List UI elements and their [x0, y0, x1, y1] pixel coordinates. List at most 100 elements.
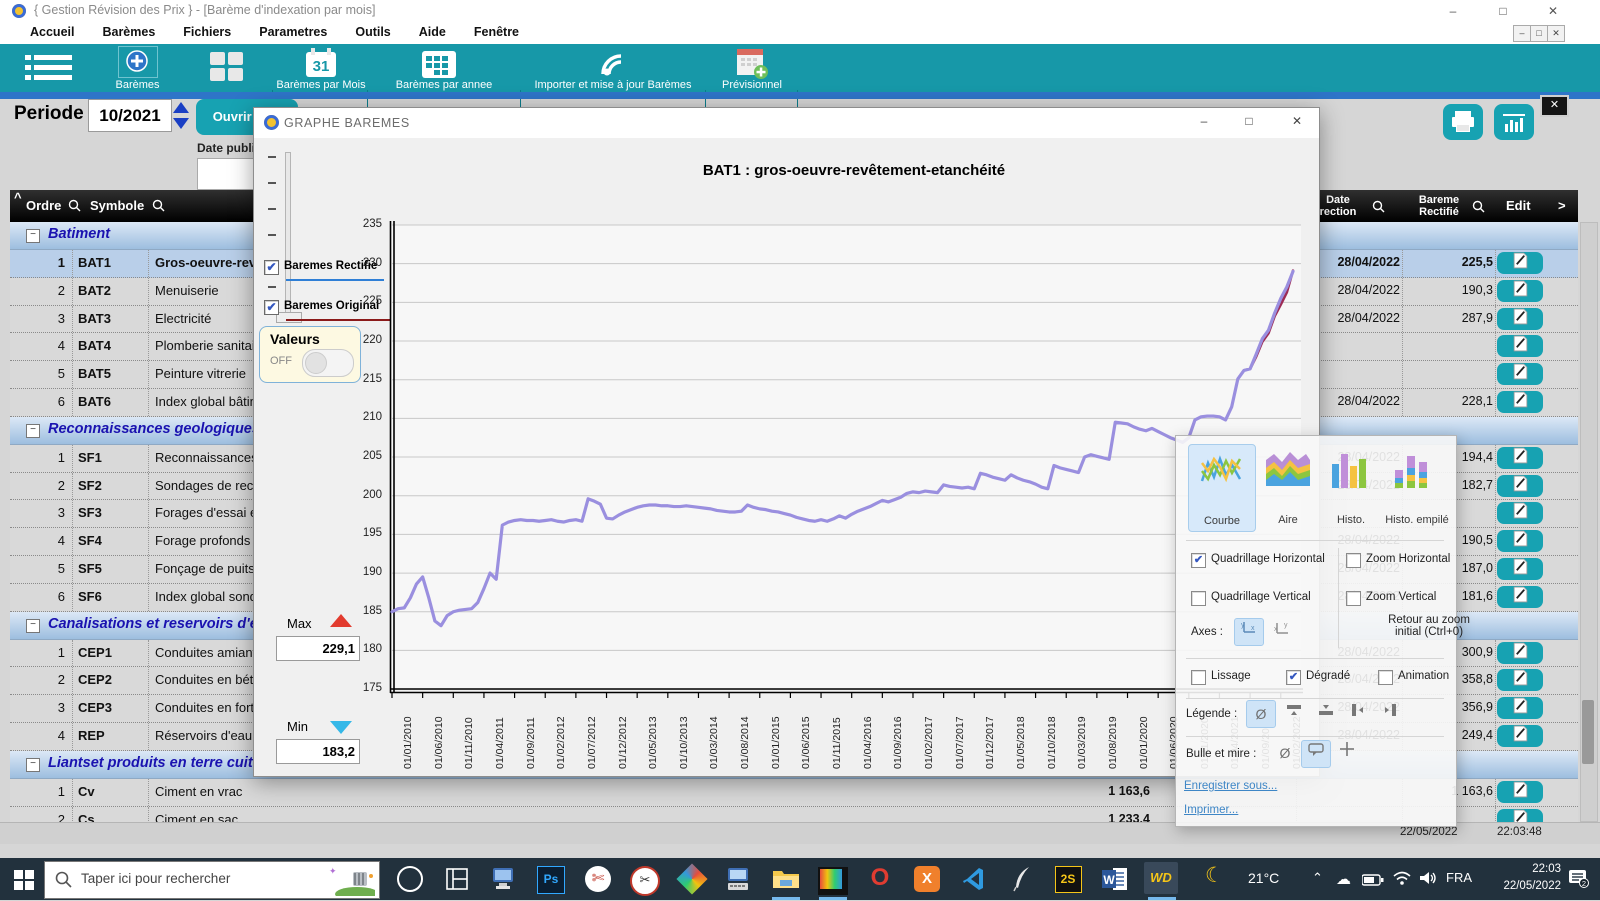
axes-orientation-2-button[interactable]: yx [1268, 618, 1296, 644]
chart-type-courbe[interactable]: Courbe [1188, 444, 1256, 532]
maximize-button[interactable]: □ [1488, 2, 1518, 20]
windev-icon[interactable]: WD [1144, 862, 1180, 896]
chart-type-histo-empile[interactable]: Histo. empilé [1382, 444, 1452, 530]
menu-item-parametres[interactable]: Parametres [245, 22, 341, 39]
edit-button[interactable] [1497, 363, 1543, 385]
weather-temperature[interactable]: 21°C [1248, 870, 1279, 886]
taskbar-clock[interactable]: 22:0322/05/2022 [1487, 861, 1561, 895]
battery-icon[interactable] [1362, 873, 1384, 891]
quill-icon[interactable] [1003, 862, 1039, 896]
vscode-icon[interactable] [956, 862, 992, 896]
column-header-bareme-rectifie[interactable]: BaremeRectifié [1408, 194, 1470, 218]
wifi-icon[interactable] [1392, 870, 1412, 891]
edit-button[interactable] [1497, 781, 1543, 803]
zoom-vertical-checkbox[interactable] [1346, 591, 1361, 606]
edit-button[interactable] [1497, 530, 1543, 552]
axes-orientation-1-button[interactable]: yx [1234, 618, 1264, 646]
edit-button[interactable] [1497, 669, 1543, 691]
menu-item-fentre[interactable]: Fenêtre [460, 22, 533, 39]
save-as-link[interactable]: Enregistrer sous... [1184, 780, 1277, 792]
toolbar-button-baremes[interactable] [118, 46, 158, 78]
edit-button[interactable] [1497, 697, 1543, 719]
column-header-edit[interactable]: Edit [1506, 198, 1531, 213]
scrollbar-thumb[interactable] [1582, 700, 1594, 764]
zoom-slider-track[interactable] [285, 152, 291, 322]
tooltip-crosshair-button[interactable] [1333, 740, 1361, 766]
lissage-checkbox[interactable] [1191, 670, 1206, 685]
tooltip-none-button[interactable]: Ø [1271, 740, 1299, 766]
mdi-restore-button[interactable]: □ [1530, 25, 1548, 42]
collapse-icon[interactable]: − [26, 229, 40, 243]
onedrive-cloud-icon[interactable]: ☁ [1336, 870, 1351, 888]
edit-button[interactable] [1497, 475, 1543, 497]
popup-close-button[interactable]: ✕ [1540, 95, 1569, 117]
column-header-symbole[interactable]: Symbole [90, 198, 144, 213]
column-header-ordre[interactable]: Ordre [26, 198, 61, 213]
toolbar-button-baremes-label[interactable]: Barèmes [110, 79, 165, 91]
edit-button[interactable] [1497, 308, 1543, 330]
menu-item-outils[interactable]: Outils [341, 22, 404, 39]
taskbar-search[interactable]: Taper ici pour rechercher ✦ [44, 861, 380, 899]
remote-desktop-icon[interactable] [486, 862, 522, 896]
search-icon[interactable] [68, 199, 81, 217]
edit-button[interactable] [1497, 391, 1543, 413]
toolbar-button-mois-label[interactable]: Barèmes par Mois [275, 79, 367, 91]
xampp-icon[interactable]: X [909, 862, 945, 896]
close-button[interactable]: ✕ [1538, 2, 1568, 20]
collapse-icon[interactable]: − [26, 758, 40, 772]
start-button[interactable] [14, 870, 34, 895]
expand-all-marker[interactable]: ^ [14, 190, 22, 205]
baremes-rectifie-checkbox[interactable]: ✔ [264, 260, 279, 275]
chart-type-histo[interactable]: Histo. [1322, 444, 1380, 530]
task-view-icon[interactable] [439, 862, 475, 896]
dialog-minimize-button[interactable]: – [1189, 114, 1219, 132]
legend-left-button[interactable] [1344, 700, 1372, 726]
toolbar-button-import-label[interactable]: Importer et mise à jour Barèmes [522, 79, 704, 91]
grid-icon[interactable] [208, 50, 246, 89]
baremes-original-checkbox[interactable]: ✔ [264, 300, 279, 315]
toolbar-button-previsionnel-label[interactable]: Prévisionnel [707, 79, 797, 91]
edit-button[interactable] [1497, 586, 1543, 608]
chart-button[interactable] [1494, 104, 1534, 140]
tray-chevron-icon[interactable]: ⌃ [1312, 870, 1323, 886]
toolbar-button-annee-label[interactable]: Barèmes par annee [370, 79, 518, 91]
edit-button[interactable] [1497, 447, 1543, 469]
opera-icon[interactable]: O [862, 862, 898, 896]
periode-down-button[interactable] [173, 118, 189, 129]
search-icon[interactable] [1372, 200, 1385, 218]
color-diamond-icon[interactable] [674, 862, 710, 896]
weather-moon-icon[interactable]: ☾ [1205, 863, 1224, 888]
photoscape-icon[interactable]: 2S [1050, 862, 1086, 896]
dialog-maximize-button[interactable]: □ [1234, 114, 1264, 132]
word-icon[interactable]: W [1097, 862, 1133, 896]
retour-zoom-label[interactable]: Retour au zoominitial (Ctrl+0) [1354, 614, 1504, 638]
notification-center-icon[interactable]: 2 [1568, 868, 1590, 893]
edit-button[interactable] [1497, 335, 1543, 357]
edit-button[interactable] [1497, 642, 1543, 664]
legend-none-button[interactable]: Ø [1246, 700, 1276, 728]
language-indicator[interactable]: FRA [1446, 870, 1472, 885]
print-link[interactable]: Imprimer... [1184, 804, 1238, 816]
degrade-checkbox[interactable]: ✔ [1286, 670, 1301, 685]
menu-item-accueil[interactable]: Accueil [16, 22, 88, 39]
menu-list-icon[interactable] [25, 53, 73, 88]
legend-top-button[interactable] [1280, 700, 1308, 726]
legend-right-button[interactable] [1376, 700, 1404, 726]
photoshop-icon[interactable]: Ps [533, 862, 569, 896]
collapse-icon[interactable]: − [26, 424, 40, 438]
dialog-close-button[interactable]: ✕ [1282, 114, 1312, 132]
menu-item-barmes[interactable]: Barèmes [88, 22, 169, 39]
animation-checkbox[interactable] [1378, 670, 1393, 685]
system-config-icon[interactable] [721, 862, 757, 896]
print-button[interactable] [1443, 104, 1483, 140]
quadrillage-horizontal-checkbox[interactable]: ✔ [1191, 553, 1206, 568]
menu-item-fichiers[interactable]: Fichiers [169, 22, 245, 39]
search-icon[interactable] [1472, 200, 1485, 218]
legend-bottom-button[interactable] [1312, 700, 1340, 726]
periode-input[interactable]: 10/2021 [88, 99, 172, 132]
min-input[interactable]: 183,2 [276, 739, 360, 764]
mdi-minimize-button[interactable]: – [1513, 25, 1531, 42]
menu-item-aide[interactable]: Aide [405, 22, 460, 39]
screen-cut-icon[interactable]: ✂ [627, 862, 663, 896]
mdi-close-button[interactable]: ✕ [1547, 25, 1565, 42]
